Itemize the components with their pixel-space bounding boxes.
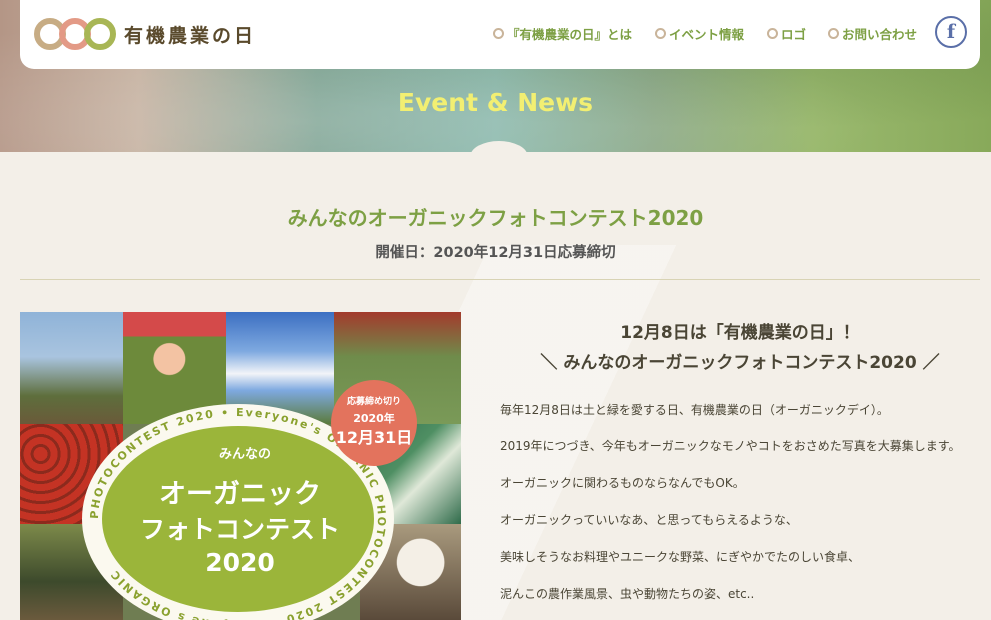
poster-line-photocontest: フォトコンテスト xyxy=(139,515,340,544)
article-heading: 12月8日は「有機農業の日」！ xyxy=(620,323,860,343)
nav-bullet-icon xyxy=(655,28,666,39)
poster-year: 2020 xyxy=(205,548,275,577)
nav-label: ロゴ xyxy=(781,27,807,42)
nav-item-about[interactable]: 『有機農業の日』とは xyxy=(493,24,632,43)
facebook-icon[interactable]: f xyxy=(935,16,967,48)
divider xyxy=(20,279,980,280)
article-subheading: ＼ みんなのオーガニックフォトコンテスト2020 ／ xyxy=(540,353,940,373)
site-header: 有機農業の日 『有機農業の日』とは イベント情報 ロゴ お問い合わせ f xyxy=(20,0,980,69)
nav-bullet-icon xyxy=(767,28,778,39)
nav-item-contact[interactable]: お問い合わせ xyxy=(828,24,917,43)
site-logo[interactable]: 有機農業の日 xyxy=(34,14,256,54)
badge-date: 12月31日 xyxy=(335,428,413,447)
nav-item-logo[interactable]: ロゴ xyxy=(767,24,806,43)
poster-line-organic: オーガニック xyxy=(159,479,321,510)
nav-label: イベント情報 xyxy=(669,27,745,42)
logo-rings-icon xyxy=(34,18,116,50)
event-date: 開催日：2020年12月31日応募締切 xyxy=(375,245,616,261)
event-title: みんなのオーガニックフォトコンテスト2020 xyxy=(287,206,704,230)
deadline-badge: 応募締め切り 2020年 12月31日 xyxy=(331,380,417,466)
nav-bullet-icon xyxy=(828,28,839,39)
article-paragraph: 2019年につづき、今年もオーガニックなモノやコトをおさめた写真を大募集します。 xyxy=(500,439,961,453)
badge-label: 応募締め切り xyxy=(346,397,401,407)
article-paragraph: 美味しそうなお料理やユニークな野菜、にぎやかでたのしい食卓、 xyxy=(500,550,861,564)
nav-label: 『有機農業の日』とは xyxy=(507,27,633,42)
nav-item-events[interactable]: イベント情報 xyxy=(655,24,744,43)
article-paragraph: オーガニックに関わるものならなんでもOK。 xyxy=(500,476,745,490)
contest-poster-image: PHOTOCONTEST 2020 • Everyone's ORGANIC P… xyxy=(20,312,461,620)
nav-bullet-icon xyxy=(493,28,504,39)
article-paragraph: 毎年12月8日は土と緑を愛する日、有機農業の日（オーガニックデイ）。 xyxy=(500,403,889,417)
logo-text: 有機農業の日 xyxy=(124,24,257,47)
article-paragraph: 泥んこの農作業風景、虫や動物たちの姿、etc.. xyxy=(500,587,755,601)
hero-title: Event & News xyxy=(397,88,594,117)
article-paragraph: オーガニックっていいなあ、と思ってもらえるような、 xyxy=(500,513,798,527)
poster-minna: みんなの xyxy=(218,447,271,462)
nav-label: お問い合わせ xyxy=(842,27,918,42)
